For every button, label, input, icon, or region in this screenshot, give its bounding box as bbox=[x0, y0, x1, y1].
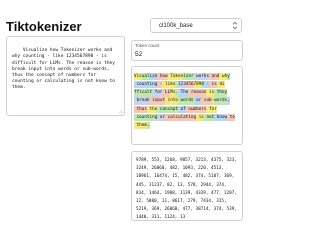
resize-handle-icon[interactable] bbox=[118, 109, 123, 114]
token-segment[interactable]: Token bbox=[167, 72, 184, 81]
token-segment[interactable]: like bbox=[162, 81, 176, 89]
token-segment[interactable]: and bbox=[209, 72, 220, 81]
token-segment[interactable]: to bbox=[227, 113, 235, 122]
token-segment[interactable]: words bbox=[178, 97, 194, 105]
tiktokenizer-app: Tiktokenizer cl100k_base Visualize how T… bbox=[0, 0, 250, 250]
token-segment[interactable]: works bbox=[193, 72, 210, 81]
token-segment[interactable]: the bbox=[146, 105, 158, 113]
input-textarea[interactable]: Visualize how Tokenizer works and why co… bbox=[6, 36, 125, 116]
token-segment[interactable]: they bbox=[214, 89, 228, 97]
token-segment[interactable]: y bbox=[227, 72, 230, 81]
chevron-up-down-icon bbox=[232, 21, 238, 30]
token-segment[interactable]: 456 bbox=[185, 81, 194, 89]
token-segment[interactable]: how bbox=[157, 72, 168, 81]
token-segment[interactable]: know bbox=[214, 113, 228, 122]
token-visualization: Vis​ual​ize​ how​ Token​izer​ works​ and… bbox=[131, 66, 243, 145]
token-segment[interactable]: is bbox=[209, 81, 217, 89]
token-segment[interactable]: , bbox=[227, 97, 230, 105]
token-segment[interactable]: input bbox=[149, 97, 166, 105]
token-segment[interactable]: thus bbox=[134, 105, 147, 113]
token-segment[interactable]: di bbox=[216, 81, 225, 89]
token-segment[interactable]: of bbox=[178, 105, 186, 113]
token-segment[interactable]: numbers bbox=[185, 105, 207, 113]
token-segment[interactable]: for bbox=[206, 105, 217, 113]
token-segment[interactable]: concept bbox=[157, 105, 178, 113]
token-segment[interactable]: calculating bbox=[165, 113, 197, 122]
token-segment[interactable]: is bbox=[196, 113, 204, 122]
token-segment[interactable]: reason bbox=[188, 89, 207, 97]
token-count-value: 52 bbox=[135, 51, 143, 58]
token-count-label: Token count bbox=[135, 43, 160, 48]
input-text: Visualize how Tokenizer works and why co… bbox=[12, 48, 118, 91]
token-segment[interactable]: izer bbox=[183, 72, 194, 81]
token-segment[interactable]: counting bbox=[134, 113, 158, 122]
app-title: Tiktokenizer bbox=[6, 19, 82, 34]
token-ids-text: 9789, 553, 1268, 9857, 3213, 4375, 323, … bbox=[136, 158, 237, 221]
token-segment[interactable]: 123 bbox=[178, 81, 186, 89]
model-select-value: cl100k_base bbox=[159, 22, 193, 29]
token-segment[interactable]: break bbox=[134, 97, 150, 105]
token-segment[interactable]: not bbox=[203, 113, 215, 122]
token-segment[interactable]: or bbox=[157, 113, 166, 122]
token-segment[interactable]: ual bbox=[141, 72, 150, 81]
token-segment[interactable]: words bbox=[214, 97, 228, 105]
model-select[interactable]: cl100k_base bbox=[150, 18, 242, 33]
token-count-box: Token count 52 bbox=[131, 40, 243, 61]
token-segment[interactable]: into bbox=[165, 97, 178, 105]
token-segment[interactable]: for bbox=[152, 89, 163, 97]
token-segment[interactable]: The bbox=[178, 89, 189, 97]
token-segment[interactable]: Vis bbox=[134, 72, 142, 81]
token-ids-box: 9789, 553, 1268, 9857, 3213, 4375, 323, … bbox=[131, 151, 243, 221]
token-segment[interactable]: them bbox=[134, 122, 147, 130]
token-segment[interactable]: . bbox=[146, 122, 150, 130]
token-segment[interactable]: fficult bbox=[134, 89, 153, 97]
token-segment[interactable]: counting bbox=[134, 81, 158, 89]
token-segment[interactable]: sub bbox=[201, 97, 212, 105]
